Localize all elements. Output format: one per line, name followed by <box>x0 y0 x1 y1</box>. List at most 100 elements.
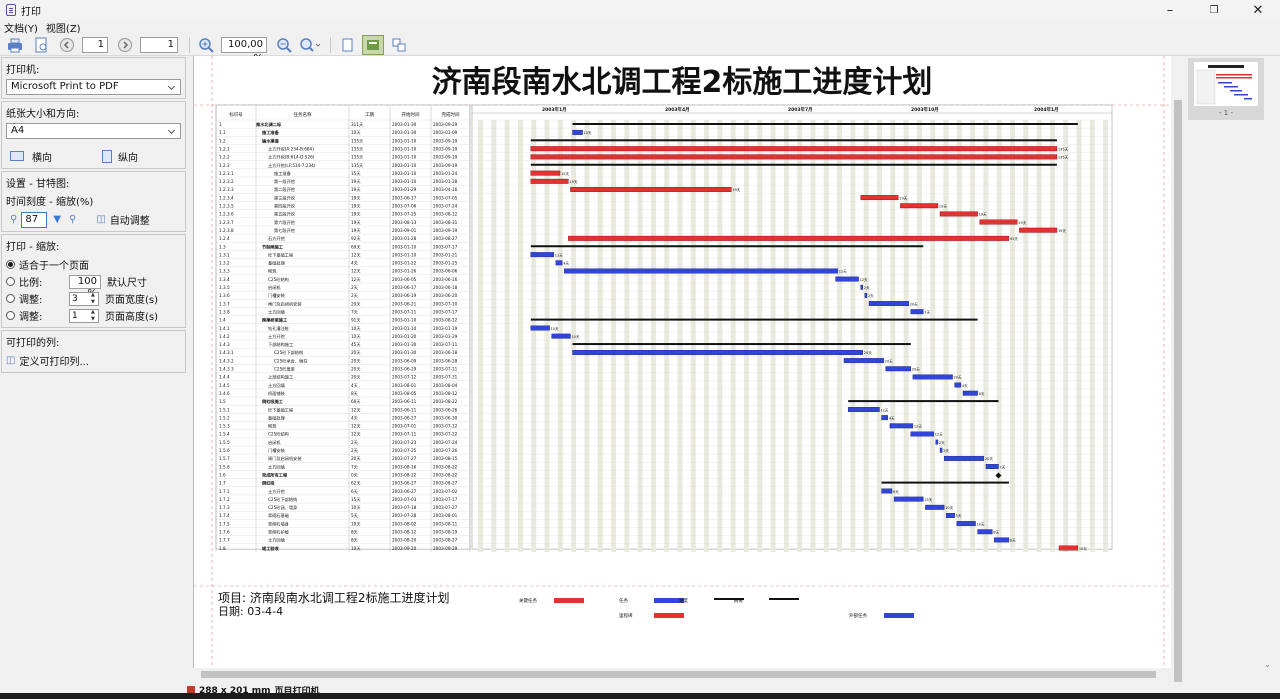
row-id: 1.2.3.8 <box>219 228 234 233</box>
row-end: 2003-07-10 <box>433 301 458 306</box>
task-bar <box>843 358 884 364</box>
define-columns-button[interactable]: 定义可打印列... <box>19 353 89 368</box>
row-start: 2003-01-26 <box>392 269 417 274</box>
ratio-radio[interactable] <box>6 277 15 286</box>
task-bar <box>889 423 914 429</box>
task-bar <box>946 513 955 518</box>
summary-bar <box>530 245 924 248</box>
row-start: 2003-07-11 <box>392 309 417 314</box>
print-zoom-label: 打印 - 缩放: <box>6 242 60 253</box>
page-thumbnail[interactable]: - 1 - <box>1188 58 1264 120</box>
zoom-options-icon[interactable] <box>299 35 321 55</box>
legend-progress: 进度 <box>679 597 688 604</box>
row-id: 1.3.5 <box>219 285 230 290</box>
row-end: 2003-08-27 <box>433 236 458 241</box>
zoom-in-scale-icon[interactable]: ⚲ <box>69 214 76 225</box>
paper-select[interactable]: A4 <box>6 123 181 139</box>
restore-button[interactable]: ❐ <box>1192 0 1236 20</box>
row-end: 2003-06-06 <box>433 269 458 274</box>
row-end: 2003-07-31 <box>433 375 458 380</box>
bar-duration-label: 4天 <box>962 384 968 388</box>
gantt-nonworking-stripe <box>930 120 936 552</box>
row-name: 浆砌石护坡 <box>268 529 290 536</box>
zoom-in-icon[interactable] <box>195 35 217 55</box>
zoom-input[interactable]: 100,00 % <box>221 36 267 64</box>
menu-document[interactable]: 文档(Y) <box>0 20 42 35</box>
bar-duration-label: 10天 <box>977 522 985 526</box>
gantt-nonworking-stripe <box>1076 120 1082 552</box>
print-settings-panel: 打印机: Microsoft Print to PDF 纸张大小和方向: A4 … <box>0 57 187 373</box>
filter-icon[interactable]: ▼ <box>53 214 61 225</box>
row-start: 2003-07-03 <box>392 497 417 502</box>
row-id: 1.7.3 <box>219 505 230 510</box>
page-to-input[interactable]: 1 <box>140 36 178 53</box>
row-start: 2003-07-06 <box>392 204 417 209</box>
row-id: 1.5.2 <box>219 415 230 420</box>
menu-view[interactable]: 视图(Z) <box>42 20 85 35</box>
print-icon[interactable] <box>4 35 26 55</box>
zoom-out-icon[interactable] <box>273 35 295 55</box>
row-id: 1.2.3.1 <box>219 171 234 176</box>
horizontal-scroll-thumb[interactable] <box>201 671 1156 678</box>
gantt-nonworking-stripe <box>757 120 763 552</box>
page-setup-icon[interactable] <box>30 35 52 55</box>
row-start: 2003-01-10 <box>392 179 417 184</box>
single-page-icon[interactable] <box>336 35 358 55</box>
printer-select[interactable]: Microsoft Print to PDF <box>6 79 181 95</box>
menu-bar: 文档(Y) 视图(Z) <box>0 20 1280 35</box>
row-name: 输水渠道 <box>262 137 280 144</box>
minimize-button[interactable]: – <box>1148 0 1192 20</box>
vertical-scrollbar[interactable] <box>1171 56 1185 690</box>
gantt-view-icon[interactable] <box>362 34 384 55</box>
row-id: 1.1 <box>219 130 226 135</box>
next-page-icon[interactable] <box>114 35 136 55</box>
gantt-nonworking-stripe <box>1036 120 1042 552</box>
landscape-icon[interactable] <box>10 151 24 161</box>
thumbnail-scroll-down-icon[interactable]: ⌄ <box>1264 660 1271 669</box>
row-name: C25砼涵、墙身 <box>268 504 297 511</box>
fit-one-page-radio[interactable] <box>6 260 15 269</box>
row-start: 2003-06-09 <box>392 358 417 363</box>
row-start: 2003-09-20 <box>392 546 417 551</box>
close-button[interactable]: ✕ <box>1236 0 1280 20</box>
gantt-nonworking-stripe <box>863 120 869 552</box>
time-scale-input[interactable]: 87 <box>21 211 48 228</box>
row-id: 1.4 <box>219 318 226 323</box>
row-end: 2003-08-22 <box>433 464 458 469</box>
task-bar <box>939 447 943 453</box>
page-from-input[interactable]: 1 <box>82 36 108 53</box>
auto-adjust-icon[interactable]: ◫ <box>96 214 105 225</box>
ratio-input[interactable]: 100 % <box>69 274 101 299</box>
row-name: 跨渠桥梁施工 <box>262 317 288 324</box>
gantt-nonworking-stripe <box>943 120 949 552</box>
gantt-nonworking-stripe <box>704 120 710 552</box>
adjust-height-label: 调整: <box>19 312 43 323</box>
portrait-button[interactable]: 纵向 <box>118 149 138 164</box>
landscape-button[interactable]: 横向 <box>32 149 102 164</box>
thumbnail-preview-icon <box>1194 62 1258 106</box>
row-id: 1.4.4 <box>219 375 230 380</box>
page-width-spinner[interactable]: 3 <box>69 291 99 306</box>
bar-duration-label: 5天 <box>956 514 962 518</box>
task-bar <box>860 284 863 290</box>
multi-page-icon[interactable] <box>388 35 410 55</box>
portrait-icon[interactable] <box>102 149 112 163</box>
row-name: 土方开挖(B:614-D:526) <box>268 154 315 161</box>
horizontal-scrollbar[interactable] <box>193 668 1171 682</box>
gantt-nonworking-stripe <box>1063 120 1069 552</box>
row-name: 倒虹吸施工 <box>261 398 284 405</box>
row-end: 2003-07-17 <box>433 244 458 249</box>
row-end: 2003-06-30 <box>433 415 458 420</box>
row-id: 1.4.6 <box>219 391 230 396</box>
legend-external: 外部任务 <box>849 612 867 619</box>
define-columns-icon[interactable]: ◫ <box>6 355 15 366</box>
adjust-height-radio[interactable] <box>6 311 15 320</box>
vertical-scroll-thumb[interactable] <box>1174 100 1182 690</box>
auto-adjust-button[interactable]: 自动调整 <box>110 212 150 227</box>
printable-columns-section: 可打印的列: ◫ 定义可打印列... <box>1 330 186 373</box>
zoom-out-scale-icon[interactable]: ⚲ <box>10 214 17 225</box>
page-height-spinner[interactable]: 1 <box>69 308 99 323</box>
adjust-width-radio[interactable] <box>6 294 15 303</box>
prev-page-icon[interactable] <box>56 35 78 55</box>
row-start: 2003-07-27 <box>392 456 417 461</box>
